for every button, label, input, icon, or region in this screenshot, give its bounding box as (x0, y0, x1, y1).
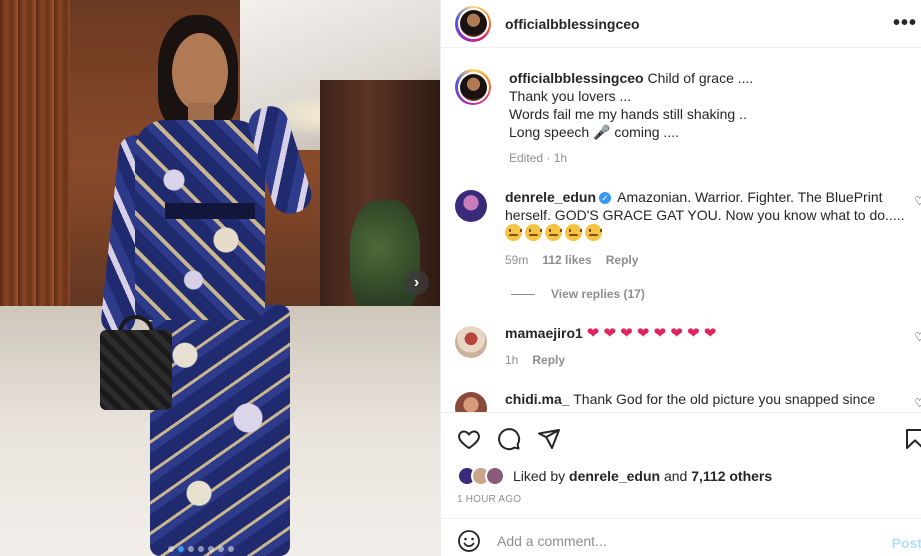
caption-avatar[interactable] (455, 69, 491, 105)
comment-text: Amazonian. Warrior. Fighter. The BluePri… (617, 189, 883, 205)
grimacing-face-emoji-icon (525, 224, 542, 241)
commenter-avatar[interactable] (455, 326, 487, 358)
caption: officialbblessingceo Child of grace ....… (455, 69, 753, 167)
liker-avatars[interactable] (457, 466, 505, 486)
commenter-avatar[interactable] (455, 392, 487, 412)
caption-username[interactable]: officialbblessingceo (509, 70, 644, 86)
comment-likes[interactable]: 112 likes (542, 251, 591, 269)
commenter-avatar[interactable] (455, 190, 487, 222)
likes-summary: Liked by denrele_edun and 7,112 others (457, 466, 772, 486)
caption-text-line: Long speech 🎤 coming .... (509, 124, 679, 140)
carousel-dot (228, 546, 234, 552)
carousel-dot (168, 546, 174, 552)
carousel-dot-active (178, 546, 184, 552)
comment-meta: 1h Reply (505, 351, 905, 369)
post-image[interactable]: › (0, 0, 440, 556)
commenter-username[interactable]: mamaejiro1 (505, 325, 583, 341)
commenter-username[interactable]: denrele_edun (505, 189, 596, 205)
post-details-panel: officialbblessingceo ••• officialbblessi… (440, 0, 921, 556)
post-header: officialbblessingceo ••• (441, 0, 921, 48)
grimacing-face-emoji-icon (565, 224, 582, 241)
author-username[interactable]: officialbblessingceo (505, 16, 640, 32)
post-comment-button[interactable]: Post (892, 535, 921, 551)
edited-label: Edited (509, 151, 544, 165)
reply-button[interactable]: Reply (606, 251, 639, 269)
handbag (100, 330, 172, 410)
verified-badge-icon: ✓ (599, 192, 612, 204)
woman-in-patterned-suit (99, 15, 330, 556)
save-bookmark-icon[interactable] (903, 427, 921, 451)
comment-bubble-icon[interactable] (497, 427, 521, 451)
first-liker-username[interactable]: denrele_edun (569, 468, 660, 484)
like-comment-heart-icon[interactable]: ♡ (914, 330, 921, 344)
carousel-dots (168, 546, 234, 552)
comment-meta: 59m 112 likes Reply (505, 251, 905, 269)
like-heart-icon[interactable] (457, 427, 481, 451)
grimacing-face-emoji-icon (545, 224, 562, 241)
caption-text-line: Child of grace .... (647, 70, 754, 86)
caption-meta: Edited · 1h (509, 151, 568, 165)
reply-button[interactable]: Reply (532, 351, 565, 369)
comment: mamaejiro1 ❤ ❤ ❤ ❤ ❤ ❤ ❤ ❤ 1h Reply ♡ (455, 324, 921, 369)
caption-text-line: Thank you lovers ... (509, 88, 632, 104)
carousel-next-button[interactable]: › (404, 270, 429, 295)
caption-text-line: Words fail me my hands still shaking .. (509, 106, 747, 122)
comment-time[interactable]: 1h (505, 351, 518, 369)
author-avatar[interactable] (455, 5, 491, 42)
caption-time[interactable]: 1h (554, 151, 567, 165)
comments-section[interactable]: officialbblessingceo Child of grace ....… (441, 49, 921, 412)
liked-by-label: Liked by (513, 468, 566, 484)
carousel-dot (208, 546, 214, 552)
add-comment-bar: Post (441, 518, 921, 556)
comment: chidi.ma_ Thank God for the old picture … (455, 390, 921, 412)
likes-and-label: and (663, 468, 688, 484)
carousel-dot (198, 546, 204, 552)
comment-text: herself. GOD'S GRACE GAT YOU. Now you kn… (505, 207, 905, 223)
grimacing-face-emoji-icon (585, 224, 602, 241)
comment-time[interactable]: 59m (505, 251, 528, 269)
comment: denrele_edun ✓ Amazonian. Warrior. Fighte… (455, 188, 921, 269)
grimacing-face-emoji-icon (505, 224, 522, 241)
more-options-icon[interactable]: ••• (893, 12, 917, 35)
post-timestamp[interactable]: 1 HOUR AGO (457, 494, 521, 505)
like-comment-heart-icon[interactable]: ♡ (914, 396, 921, 410)
emoji-row (505, 224, 905, 243)
commenter-username[interactable]: chidi.ma_ (505, 391, 570, 407)
plant (350, 200, 420, 320)
like-comment-heart-icon[interactable]: ♡ (914, 194, 921, 208)
comment-text: Thank God for the old picture you snappe… (573, 391, 876, 407)
red-hearts-emoji-icon: ❤ ❤ ❤ ❤ ❤ ❤ ❤ ❤ (586, 325, 717, 342)
carousel-dot (188, 546, 194, 552)
action-bar (441, 412, 921, 466)
comment-input[interactable] (497, 532, 877, 549)
carousel-dot (218, 546, 224, 552)
view-replies-button[interactable]: View replies (17) (511, 287, 645, 301)
chevron-right-icon: › (413, 273, 420, 291)
share-paper-plane-icon[interactable] (537, 427, 561, 451)
likes-count[interactable]: 7,112 others (691, 468, 772, 484)
emoji-smile-icon[interactable] (457, 529, 481, 553)
